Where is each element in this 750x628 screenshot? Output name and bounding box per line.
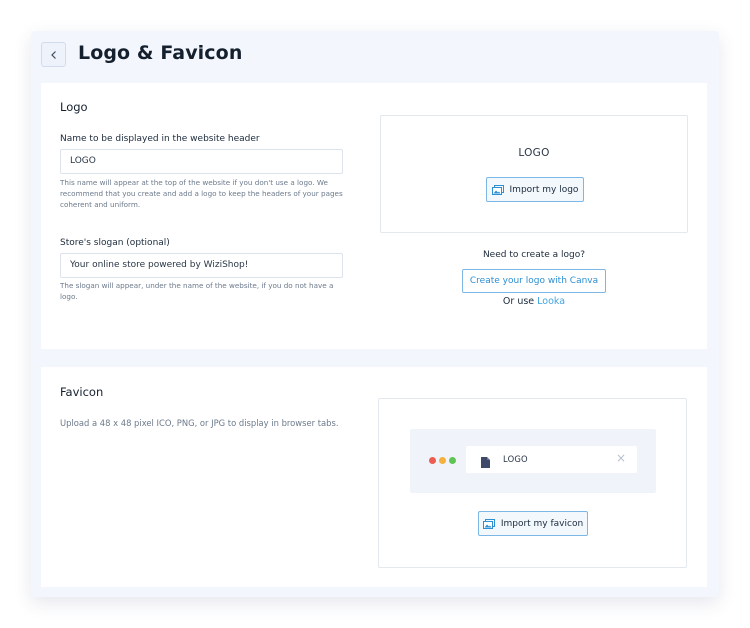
name-field-label: Name to be displayed in the website head… xyxy=(60,134,260,144)
image-icon xyxy=(482,518,495,529)
back-button[interactable] xyxy=(41,42,66,67)
logo-preview-text: LOGO xyxy=(518,147,550,159)
close-icon: × xyxy=(616,451,627,465)
import-logo-label: Import my logo xyxy=(509,184,579,195)
canva-button[interactable]: Create your logo with Canva xyxy=(462,269,606,293)
window-dot-red xyxy=(429,457,436,464)
name-help-text: This name will appear at the top of the … xyxy=(60,178,343,209)
or-use-text: Or use Looka xyxy=(502,296,566,307)
browser-tab: LOGO × xyxy=(466,446,637,473)
favicon-card: Favicon Upload a 48 x 48 pixel ICO, PNG,… xyxy=(41,367,707,587)
logo-card: Logo Name to be displayed in the website… xyxy=(41,83,707,349)
slogan-help-text: The slogan will appear, under the name o… xyxy=(60,281,334,301)
page-header: Logo & Favicon xyxy=(31,31,719,83)
browser-tab-mockup: LOGO × xyxy=(410,429,656,493)
favicon-preview: LOGO × Import my favicon xyxy=(378,398,687,568)
slogan-input[interactable]: Your online store powered by WiziShop! xyxy=(60,253,343,278)
import-favicon-button[interactable]: Import my favicon xyxy=(478,511,588,536)
file-icon xyxy=(481,453,490,472)
logo-section-title: Logo xyxy=(60,100,88,114)
window-dot-green xyxy=(449,457,456,464)
favicon-description: Upload a 48 x 48 pixel ICO, PNG, or JPG … xyxy=(60,418,339,428)
tab-label: LOGO xyxy=(503,454,528,464)
looka-link[interactable]: Looka xyxy=(537,296,565,307)
import-favicon-label: Import my favicon xyxy=(500,518,584,529)
favicon-section-title: Favicon xyxy=(60,385,104,399)
create-logo-prompt: Need to create a logo? xyxy=(482,250,586,260)
image-icon xyxy=(491,184,504,195)
import-logo-button[interactable]: Import my logo xyxy=(486,177,584,202)
slogan-field-label: Store's slogan (optional) xyxy=(60,238,170,248)
logo-preview: LOGO Import my logo xyxy=(380,115,688,233)
settings-window: Logo & Favicon Logo Name to be displayed… xyxy=(31,31,719,597)
page-title: Logo & Favicon xyxy=(78,42,243,64)
chevron-left-icon xyxy=(50,45,58,64)
name-input[interactable]: LOGO xyxy=(60,149,343,174)
window-dot-yellow xyxy=(439,457,446,464)
